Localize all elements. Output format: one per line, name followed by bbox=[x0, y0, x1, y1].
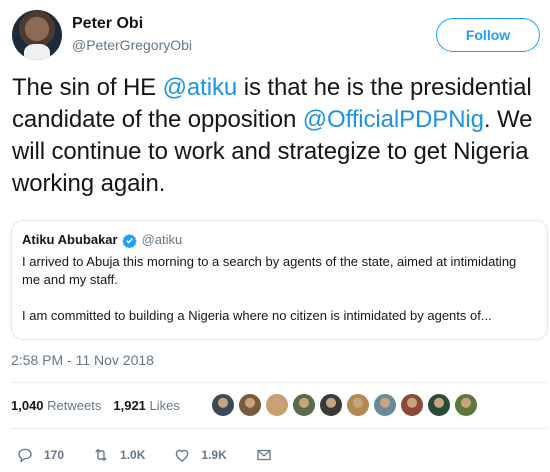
mention-link-officialpdpnig[interactable]: @OfficialPDPNig bbox=[303, 106, 484, 133]
quoted-tweet-body: I arrived to Abuja this morning to a sea… bbox=[22, 253, 537, 325]
likes-label: Likes bbox=[149, 398, 180, 413]
display-name[interactable]: Peter Obi bbox=[72, 14, 192, 34]
tweet-text: The sin of HE @atiku is that he is the p… bbox=[12, 72, 547, 200]
tweet-text-part: The sin of HE bbox=[12, 74, 163, 101]
like-count: 1.9K bbox=[201, 448, 227, 462]
liker-avatar[interactable] bbox=[210, 392, 236, 418]
likes-count: 1,921 bbox=[113, 398, 146, 413]
liker-avatar[interactable] bbox=[426, 392, 452, 418]
divider bbox=[11, 382, 548, 383]
envelope-icon bbox=[257, 449, 271, 461]
divider bbox=[11, 428, 548, 429]
liker-avatar[interactable] bbox=[453, 392, 479, 418]
tweet-actions: 170 1.0K 1.9K bbox=[16, 446, 311, 464]
retweet-icon bbox=[95, 448, 107, 462]
verified-badge-icon bbox=[121, 233, 137, 248]
direct-message-button[interactable] bbox=[255, 446, 283, 464]
likes-stat[interactable]: 1,921 Likes bbox=[113, 398, 180, 413]
reply-button[interactable]: 170 bbox=[16, 446, 64, 464]
quoted-handle: @atiku bbox=[141, 232, 183, 247]
tweet-timestamp[interactable]: 2:58 PM - 11 Nov 2018 bbox=[11, 352, 154, 368]
quoted-tweet[interactable]: Atiku Abubakar @atiku I arrived to Abuja… bbox=[11, 220, 548, 340]
quoted-paragraph: I am committed to building a Nigeria whe… bbox=[22, 308, 492, 323]
reply-icon bbox=[18, 448, 32, 463]
heart-icon bbox=[176, 449, 189, 462]
avatar[interactable] bbox=[12, 10, 62, 60]
quoted-display-name: Atiku Abubakar bbox=[22, 232, 118, 247]
reply-count: 170 bbox=[44, 448, 65, 462]
liker-avatar[interactable] bbox=[264, 392, 290, 418]
quoted-tweet-header: Atiku Abubakar @atiku bbox=[22, 231, 537, 249]
liker-avatar[interactable] bbox=[237, 392, 263, 418]
like-button[interactable]: 1.9K bbox=[173, 446, 227, 464]
retweet-button[interactable]: 1.0K bbox=[92, 446, 145, 464]
quoted-paragraph: I arrived to Abuja this morning to a sea… bbox=[22, 254, 517, 287]
mention-link-atiku[interactable]: @atiku bbox=[163, 74, 238, 101]
liker-avatar[interactable] bbox=[291, 392, 317, 418]
engagement-stats: 1,040 Retweets 1,921 Likes bbox=[11, 398, 192, 413]
liker-avatar[interactable] bbox=[345, 392, 371, 418]
liker-avatars bbox=[210, 392, 480, 418]
user-handle[interactable]: @PeterGregoryObi bbox=[72, 35, 192, 55]
follow-button[interactable]: Follow bbox=[436, 18, 540, 52]
tweet-header: Peter Obi @PeterGregoryObi Follow bbox=[10, 8, 540, 62]
author-names[interactable]: Peter Obi @PeterGregoryObi bbox=[72, 14, 192, 55]
retweets-stat[interactable]: 1,040 Retweets bbox=[11, 398, 101, 413]
liker-avatar[interactable] bbox=[372, 392, 398, 418]
liker-avatar[interactable] bbox=[318, 392, 344, 418]
liker-avatar[interactable] bbox=[399, 392, 425, 418]
retweet-count: 1.0K bbox=[120, 448, 146, 462]
retweets-count: 1,040 bbox=[11, 398, 44, 413]
retweets-label: Retweets bbox=[47, 398, 102, 413]
